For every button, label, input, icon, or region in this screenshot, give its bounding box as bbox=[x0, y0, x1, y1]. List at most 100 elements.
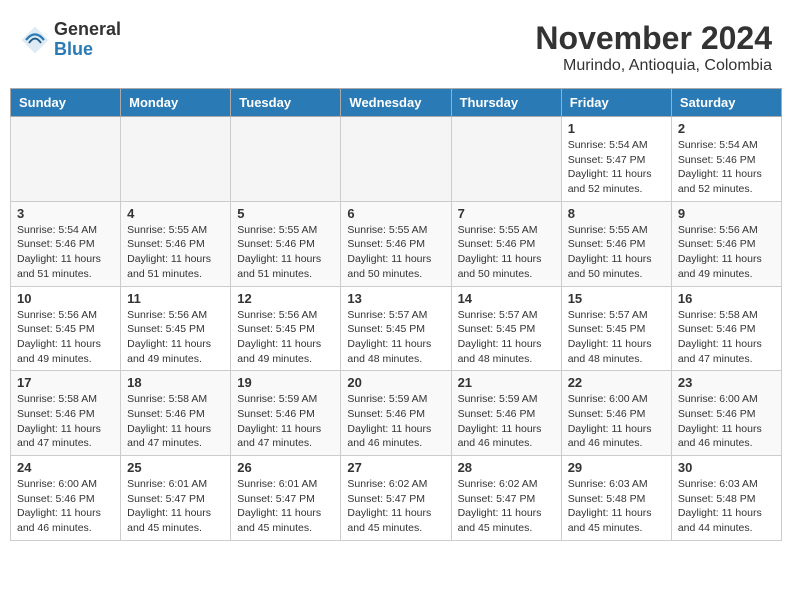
calendar-cell: 13 Sunrise: 5:57 AM Sunset: 5:45 PM Dayli… bbox=[341, 286, 451, 371]
month-year-title: November 2024 bbox=[535, 20, 772, 57]
day-info: Sunrise: 6:03 AM Sunset: 5:48 PM Dayligh… bbox=[678, 477, 775, 536]
calendar-cell: 2 Sunrise: 5:54 AM Sunset: 5:46 PM Daylig… bbox=[671, 117, 781, 202]
day-number: 2 bbox=[678, 121, 775, 136]
logo-text: General Blue bbox=[54, 20, 121, 60]
weekday-header-wednesday: Wednesday bbox=[341, 89, 451, 117]
calendar-cell: 19 Sunrise: 5:59 AM Sunset: 5:46 PM Dayli… bbox=[231, 371, 341, 456]
day-number: 12 bbox=[237, 291, 334, 306]
day-info: Sunrise: 5:54 AM Sunset: 5:47 PM Dayligh… bbox=[568, 138, 665, 197]
day-info: Sunrise: 6:02 AM Sunset: 5:47 PM Dayligh… bbox=[347, 477, 444, 536]
day-number: 19 bbox=[237, 375, 334, 390]
day-number: 9 bbox=[678, 206, 775, 221]
weekday-header-row: SundayMondayTuesdayWednesdayThursdayFrid… bbox=[11, 89, 782, 117]
day-number: 16 bbox=[678, 291, 775, 306]
day-number: 5 bbox=[237, 206, 334, 221]
calendar-cell: 7 Sunrise: 5:55 AM Sunset: 5:46 PM Daylig… bbox=[451, 201, 561, 286]
calendar-table: SundayMondayTuesdayWednesdayThursdayFrid… bbox=[10, 88, 782, 541]
day-info: Sunrise: 5:54 AM Sunset: 5:46 PM Dayligh… bbox=[17, 223, 114, 282]
day-info: Sunrise: 5:59 AM Sunset: 5:46 PM Dayligh… bbox=[347, 392, 444, 451]
day-info: Sunrise: 5:58 AM Sunset: 5:46 PM Dayligh… bbox=[17, 392, 114, 451]
logo-general: General bbox=[54, 19, 121, 39]
title-block: November 2024 Murindo, Antioquia, Colomb… bbox=[535, 20, 772, 75]
day-info: Sunrise: 5:56 AM Sunset: 5:45 PM Dayligh… bbox=[127, 308, 224, 367]
day-number: 1 bbox=[568, 121, 665, 136]
day-number: 24 bbox=[17, 460, 114, 475]
calendar-cell: 22 Sunrise: 6:00 AM Sunset: 5:46 PM Dayli… bbox=[561, 371, 671, 456]
weekday-header-monday: Monday bbox=[121, 89, 231, 117]
day-number: 6 bbox=[347, 206, 444, 221]
day-info: Sunrise: 5:56 AM Sunset: 5:46 PM Dayligh… bbox=[678, 223, 775, 282]
calendar-cell: 18Sunrise: 5:58 AM Sunset: 5:46 PM Dayli… bbox=[121, 371, 231, 456]
day-info: Sunrise: 6:01 AM Sunset: 5:47 PM Dayligh… bbox=[127, 477, 224, 536]
calendar-cell: 20 Sunrise: 5:59 AM Sunset: 5:46 PM Dayli… bbox=[341, 371, 451, 456]
calendar-cell bbox=[451, 117, 561, 202]
calendar-cell: 1 Sunrise: 5:54 AM Sunset: 5:47 PM Daylig… bbox=[561, 117, 671, 202]
logo-icon bbox=[20, 25, 50, 55]
day-info: Sunrise: 6:03 AM Sunset: 5:48 PM Dayligh… bbox=[568, 477, 665, 536]
calendar-cell: 28Sunrise: 6:02 AM Sunset: 5:47 PM Dayli… bbox=[451, 456, 561, 541]
day-number: 29 bbox=[568, 460, 665, 475]
weekday-header-tuesday: Tuesday bbox=[231, 89, 341, 117]
week-row-3: 10 Sunrise: 5:56 AM Sunset: 5:45 PM Dayli… bbox=[11, 286, 782, 371]
day-info: Sunrise: 5:54 AM Sunset: 5:46 PM Dayligh… bbox=[678, 138, 775, 197]
week-row-1: 1 Sunrise: 5:54 AM Sunset: 5:47 PM Daylig… bbox=[11, 117, 782, 202]
day-info: Sunrise: 6:01 AM Sunset: 5:47 PM Dayligh… bbox=[237, 477, 334, 536]
day-info: Sunrise: 5:55 AM Sunset: 5:46 PM Dayligh… bbox=[458, 223, 555, 282]
day-info: Sunrise: 6:00 AM Sunset: 5:46 PM Dayligh… bbox=[678, 392, 775, 451]
weekday-header-saturday: Saturday bbox=[671, 89, 781, 117]
calendar-cell bbox=[11, 117, 121, 202]
week-row-2: 3Sunrise: 5:54 AM Sunset: 5:46 PM Daylig… bbox=[11, 201, 782, 286]
calendar-cell: 3Sunrise: 5:54 AM Sunset: 5:46 PM Daylig… bbox=[11, 201, 121, 286]
day-number: 8 bbox=[568, 206, 665, 221]
day-info: Sunrise: 5:58 AM Sunset: 5:46 PM Dayligh… bbox=[678, 308, 775, 367]
calendar-cell: 27 Sunrise: 6:02 AM Sunset: 5:47 PM Dayli… bbox=[341, 456, 451, 541]
day-number: 27 bbox=[347, 460, 444, 475]
calendar-cell: 14 Sunrise: 5:57 AM Sunset: 5:45 PM Dayli… bbox=[451, 286, 561, 371]
calendar-cell: 16 Sunrise: 5:58 AM Sunset: 5:46 PM Dayli… bbox=[671, 286, 781, 371]
day-info: Sunrise: 5:55 AM Sunset: 5:46 PM Dayligh… bbox=[568, 223, 665, 282]
day-number: 25 bbox=[127, 460, 224, 475]
day-number: 10 bbox=[17, 291, 114, 306]
day-info: Sunrise: 6:00 AM Sunset: 5:46 PM Dayligh… bbox=[17, 477, 114, 536]
day-number: 14 bbox=[458, 291, 555, 306]
calendar-cell: 10Sunrise: 5:56 AM Sunset: 5:45 PM Dayli… bbox=[11, 286, 121, 371]
calendar-cell: 21Sunrise: 5:59 AM Sunset: 5:46 PM Dayli… bbox=[451, 371, 561, 456]
day-number: 26 bbox=[237, 460, 334, 475]
day-number: 21 bbox=[458, 375, 555, 390]
day-number: 17 bbox=[17, 375, 114, 390]
day-info: Sunrise: 6:00 AM Sunset: 5:46 PM Dayligh… bbox=[568, 392, 665, 451]
calendar-cell bbox=[341, 117, 451, 202]
weekday-header-sunday: Sunday bbox=[11, 89, 121, 117]
calendar-cell: 29 Sunrise: 6:03 AM Sunset: 5:48 PM Dayli… bbox=[561, 456, 671, 541]
calendar-cell: 24 Sunrise: 6:00 AM Sunset: 5:46 PM Dayli… bbox=[11, 456, 121, 541]
day-number: 22 bbox=[568, 375, 665, 390]
day-info: Sunrise: 5:55 AM Sunset: 5:46 PM Dayligh… bbox=[347, 223, 444, 282]
day-number: 28 bbox=[458, 460, 555, 475]
calendar-cell: 4Sunrise: 5:55 AM Sunset: 5:46 PM Daylig… bbox=[121, 201, 231, 286]
day-number: 7 bbox=[458, 206, 555, 221]
day-number: 30 bbox=[678, 460, 775, 475]
calendar-cell: 15 Sunrise: 5:57 AM Sunset: 5:45 PM Dayli… bbox=[561, 286, 671, 371]
calendar-cell: 25 Sunrise: 6:01 AM Sunset: 5:47 PM Dayli… bbox=[121, 456, 231, 541]
day-info: Sunrise: 5:57 AM Sunset: 5:45 PM Dayligh… bbox=[347, 308, 444, 367]
day-number: 23 bbox=[678, 375, 775, 390]
logo-blue: Blue bbox=[54, 39, 93, 59]
day-info: Sunrise: 5:56 AM Sunset: 5:45 PM Dayligh… bbox=[237, 308, 334, 367]
calendar-cell bbox=[121, 117, 231, 202]
calendar-cell: 8 Sunrise: 5:55 AM Sunset: 5:46 PM Daylig… bbox=[561, 201, 671, 286]
day-number: 20 bbox=[347, 375, 444, 390]
weekday-header-thursday: Thursday bbox=[451, 89, 561, 117]
day-number: 4 bbox=[127, 206, 224, 221]
day-number: 15 bbox=[568, 291, 665, 306]
day-info: Sunrise: 5:55 AM Sunset: 5:46 PM Dayligh… bbox=[237, 223, 334, 282]
logo: General Blue bbox=[20, 20, 121, 60]
calendar-cell bbox=[231, 117, 341, 202]
day-info: Sunrise: 5:57 AM Sunset: 5:45 PM Dayligh… bbox=[458, 308, 555, 367]
location-subtitle: Murindo, Antioquia, Colombia bbox=[535, 57, 772, 75]
calendar-cell: 30 Sunrise: 6:03 AM Sunset: 5:48 PM Dayli… bbox=[671, 456, 781, 541]
calendar-cell: 17 Sunrise: 5:58 AM Sunset: 5:46 PM Dayli… bbox=[11, 371, 121, 456]
day-info: Sunrise: 5:57 AM Sunset: 5:45 PM Dayligh… bbox=[568, 308, 665, 367]
calendar-cell: 9 Sunrise: 5:56 AM Sunset: 5:46 PM Daylig… bbox=[671, 201, 781, 286]
day-number: 13 bbox=[347, 291, 444, 306]
day-info: Sunrise: 5:59 AM Sunset: 5:46 PM Dayligh… bbox=[237, 392, 334, 451]
